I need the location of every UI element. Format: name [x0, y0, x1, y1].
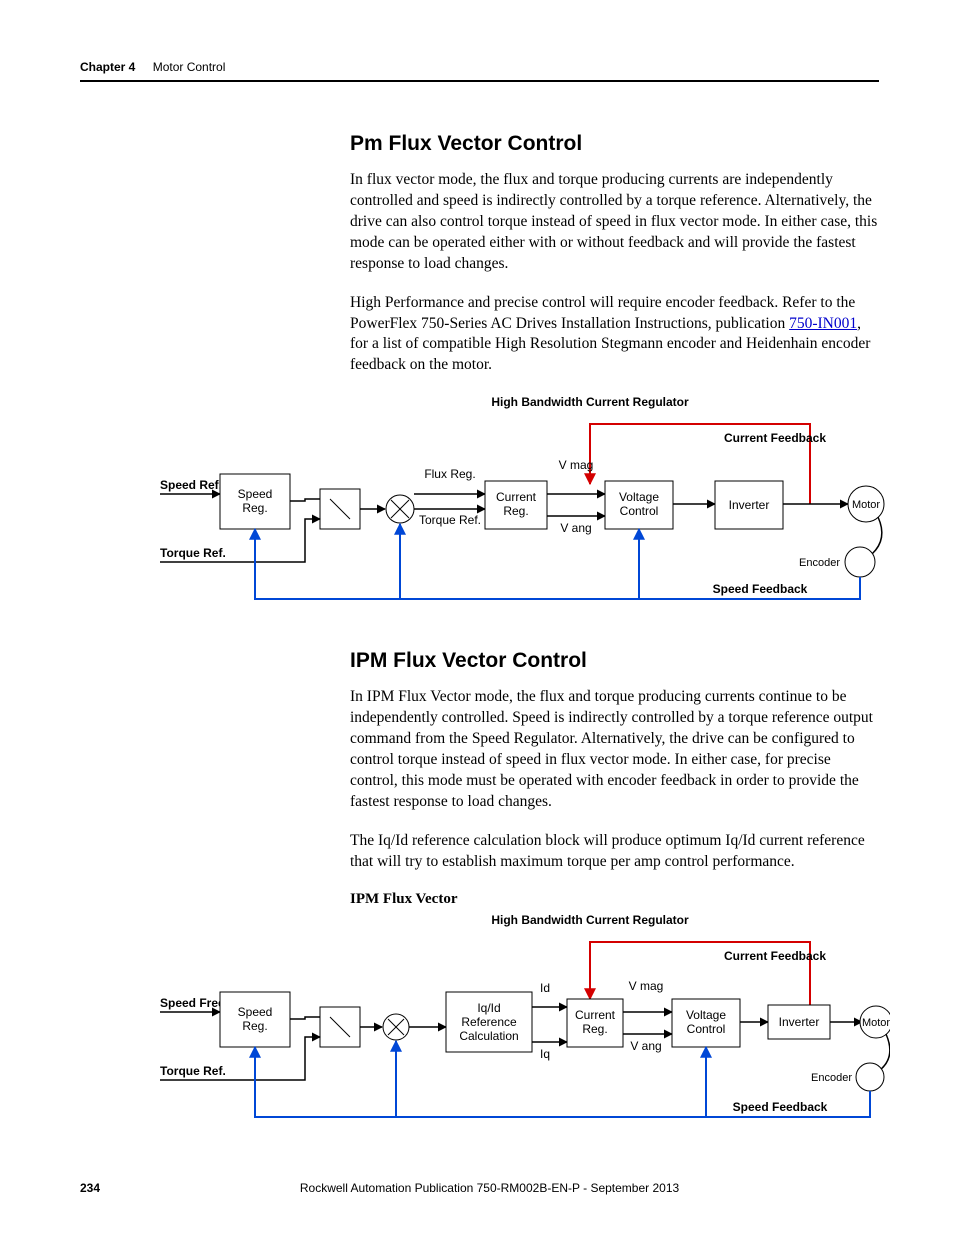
- diagram-pm-flux: High Bandwidth Current Regulator Current…: [160, 394, 879, 619]
- running-header: Chapter 4 Motor Control: [80, 60, 879, 82]
- diag2-inverter: Inverter: [779, 1015, 820, 1029]
- heading-ipm-flux: IPM Flux Vector Control: [350, 649, 879, 673]
- para-ipm-1: In IPM Flux Vector mode, the flux and to…: [350, 687, 879, 813]
- diag2-torque-ref: Torque Ref.: [160, 1064, 226, 1078]
- diag2-cur-fb: Current Feedback: [724, 949, 826, 963]
- diag2-speed-reg-l2: Reg.: [242, 1019, 267, 1033]
- diag2-vang: V ang: [630, 1039, 661, 1053]
- diag2-speed-freq: Speed Freq.: [160, 996, 229, 1010]
- diag2-ref-l3: Calculation: [459, 1029, 518, 1043]
- publication-info: Rockwell Automation Publication 750-RM00…: [80, 1181, 879, 1195]
- diag2-volt-l1: Voltage: [686, 1008, 726, 1022]
- link-750-in001[interactable]: 750-IN001: [789, 315, 857, 332]
- diag1-volt-l1: Voltage: [619, 490, 659, 504]
- diagram-ipm-flux: High Bandwidth Current Regulator Current…: [160, 912, 879, 1137]
- para-ipm-2: The Iq/Id reference calculation block wi…: [350, 831, 879, 873]
- diag2-top-label: High Bandwidth Current Regulator: [491, 913, 689, 927]
- diag2-speed-fb: Speed Feedback: [733, 1100, 828, 1114]
- page-number: 234: [80, 1181, 100, 1195]
- diag1-speed-fb: Speed Feedback: [713, 582, 808, 596]
- heading-pm-flux: Pm Flux Vector Control: [350, 132, 879, 156]
- diag2-iq: Iq: [540, 1047, 550, 1061]
- diag1-speed-ref: Speed Ref.: [160, 478, 222, 492]
- page-footer: 234 Rockwell Automation Publication 750-…: [80, 1181, 879, 1195]
- para-pm-2a: High Performance and precise control wil…: [350, 294, 855, 332]
- diag1-inverter: Inverter: [729, 498, 770, 512]
- diag1-top-label: High Bandwidth Current Regulator: [491, 395, 689, 409]
- diag1-torque-ref2: Torque Ref.: [419, 513, 481, 527]
- diag2-speed-reg-l1: Speed: [238, 1005, 273, 1019]
- diag1-cur-fb: Current Feedback: [724, 431, 826, 445]
- diag1-encoder: Encoder: [799, 557, 840, 569]
- diag2-cur-reg-l2: Reg.: [582, 1022, 607, 1036]
- diag2-ref-l2: Reference: [461, 1015, 517, 1029]
- diag2-ref-l1: Iq/Id: [477, 1001, 500, 1015]
- diag1-torque-ref: Torque Ref.: [160, 546, 226, 560]
- diag1-vang: V ang: [560, 521, 591, 535]
- para-pm-2: High Performance and precise control wil…: [350, 293, 879, 377]
- chapter-label: Chapter 4: [80, 60, 135, 74]
- diag2-encoder: Encoder: [811, 1072, 852, 1084]
- diag1-volt-l2: Control: [620, 504, 659, 518]
- para-pm-1: In flux vector mode, the flux and torque…: [350, 170, 879, 275]
- diag1-cur-reg-l1: Current: [496, 490, 537, 504]
- diag1-cur-reg-l2: Reg.: [503, 504, 528, 518]
- section-label: Motor Control: [153, 60, 226, 74]
- diag1-flux-reg: Flux Reg.: [424, 467, 475, 481]
- diag2-cur-reg-l1: Current: [575, 1008, 616, 1022]
- diag2-id: Id: [540, 981, 550, 995]
- diag1-motor: Motor: [852, 499, 880, 511]
- diag1-vmag: V mag: [559, 458, 594, 472]
- diag2-vmag: V mag: [629, 979, 664, 993]
- caption-ipm: IPM Flux Vector: [350, 891, 879, 908]
- diag2-motor: Motor: [862, 1017, 890, 1029]
- diag1-speed-reg-l2: Reg.: [242, 501, 267, 515]
- diag1-speed-reg-l1: Speed: [238, 487, 273, 501]
- diag2-volt-l2: Control: [687, 1022, 726, 1036]
